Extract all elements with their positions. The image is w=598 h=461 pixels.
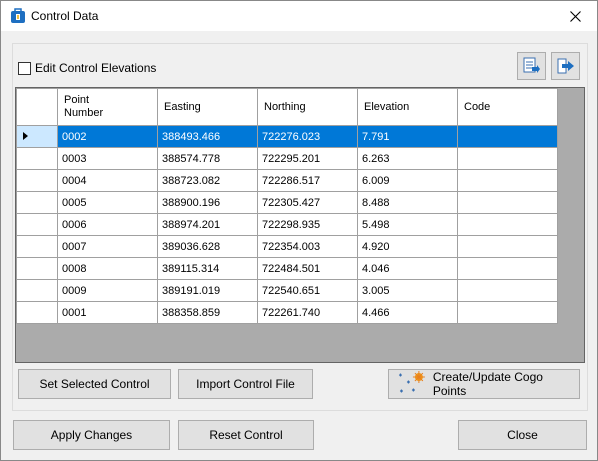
northing-cell[interactable]: 722286.517 bbox=[257, 169, 358, 192]
elevation-cell[interactable]: 6.263 bbox=[357, 147, 458, 170]
table-row[interactable]: 0006 388974.201 722298.935 5.498 bbox=[16, 213, 558, 236]
row-header-cell[interactable] bbox=[16, 191, 58, 214]
northing-cell[interactable]: 722276.023 bbox=[257, 125, 358, 148]
point-number-cell[interactable]: 0005 bbox=[57, 191, 158, 214]
row-header-cell[interactable] bbox=[16, 169, 58, 192]
easting-cell[interactable]: 388900.196 bbox=[157, 191, 258, 214]
import-control-file-button[interactable]: Import Control File bbox=[178, 369, 313, 399]
easting-cell[interactable]: 388723.082 bbox=[157, 169, 258, 192]
easting-cell[interactable]: 389191.019 bbox=[157, 279, 258, 302]
dialog-window: Control Data Edit Control Elevations Poi… bbox=[0, 0, 598, 461]
edit-elevations-checkbox[interactable] bbox=[18, 61, 31, 75]
apply-changes-button[interactable]: Apply Changes bbox=[13, 420, 170, 450]
table-row[interactable]: 0003 388574.778 722295.201 6.263 bbox=[16, 147, 558, 170]
table-row[interactable]: 0004 388723.082 722286.517 6.009 bbox=[16, 169, 558, 192]
row-header-cell[interactable] bbox=[16, 235, 58, 258]
code-cell[interactable] bbox=[457, 279, 558, 302]
current-row-marker-icon bbox=[23, 132, 28, 140]
column-header-easting[interactable]: Easting bbox=[157, 88, 258, 126]
close-button[interactable]: Close bbox=[458, 420, 587, 450]
code-cell[interactable] bbox=[457, 147, 558, 170]
code-cell[interactable] bbox=[457, 125, 558, 148]
create-update-label: Create/Update Cogo Points bbox=[432, 370, 543, 398]
code-cell[interactable] bbox=[457, 301, 558, 324]
table-row[interactable]: 0001 388358.859 722261.740 4.466 bbox=[16, 301, 558, 324]
easting-cell[interactable]: 388974.201 bbox=[157, 213, 258, 236]
northing-cell[interactable]: 722298.935 bbox=[257, 213, 358, 236]
northing-cell[interactable]: 722540.651 bbox=[257, 279, 358, 302]
set-selected-control-button[interactable]: Set Selected Control bbox=[18, 369, 171, 399]
elevation-cell[interactable]: 8.488 bbox=[357, 191, 458, 214]
elevation-cell[interactable]: 4.046 bbox=[357, 257, 458, 280]
table-row[interactable]: 0005 388900.196 722305.427 8.488 bbox=[16, 191, 558, 214]
code-cell[interactable] bbox=[457, 169, 558, 192]
northing-cell[interactable]: 722484.501 bbox=[257, 257, 358, 280]
close-icon bbox=[569, 10, 581, 22]
point-number-cell[interactable]: 0004 bbox=[57, 169, 158, 192]
code-cell[interactable] bbox=[457, 213, 558, 236]
column-header-point-number[interactable]: Point Number bbox=[57, 88, 158, 126]
control-points-table: Point Number Easting Northing Elevation … bbox=[16, 88, 558, 324]
reset-control-button[interactable]: Reset Control bbox=[178, 420, 314, 450]
row-header-corner bbox=[16, 88, 58, 126]
table-row[interactable]: 0008 389115.314 722484.501 4.046 bbox=[16, 257, 558, 280]
point-number-cell[interactable]: 0002 bbox=[57, 125, 158, 148]
row-header-cell[interactable] bbox=[16, 147, 58, 170]
point-number-cell[interactable]: 0007 bbox=[57, 235, 158, 258]
edit-elevations-option[interactable]: Edit Control Elevations bbox=[18, 61, 156, 75]
exit-button[interactable] bbox=[551, 52, 580, 80]
elevation-cell[interactable]: 7.791 bbox=[357, 125, 458, 148]
easting-cell[interactable]: 388574.778 bbox=[157, 147, 258, 170]
table-header-row: Point Number Easting Northing Elevation … bbox=[16, 88, 558, 126]
elevation-cell[interactable]: 3.005 bbox=[357, 279, 458, 302]
title-bar: Control Data bbox=[1, 1, 597, 31]
northing-cell[interactable]: 722354.003 bbox=[257, 235, 358, 258]
row-header-cell[interactable] bbox=[16, 279, 58, 302]
cogo-points-icon bbox=[398, 371, 425, 393]
northing-cell[interactable]: 722295.201 bbox=[257, 147, 358, 170]
window-title: Control Data bbox=[31, 9, 99, 23]
row-header-cell[interactable] bbox=[16, 125, 58, 148]
control-points-grid[interactable]: Point Number Easting Northing Elevation … bbox=[15, 87, 585, 363]
point-number-cell[interactable]: 0009 bbox=[57, 279, 158, 302]
point-number-cell[interactable]: 0001 bbox=[57, 301, 158, 324]
point-number-cell[interactable]: 0008 bbox=[57, 257, 158, 280]
close-window-button[interactable] bbox=[553, 1, 597, 31]
northing-cell[interactable]: 722305.427 bbox=[257, 191, 358, 214]
elevation-cell[interactable]: 5.498 bbox=[357, 213, 458, 236]
point-number-cell[interactable]: 0006 bbox=[57, 213, 158, 236]
table-row[interactable]: 0007 389036.628 722354.003 4.920 bbox=[16, 235, 558, 258]
exit-arrow-icon bbox=[557, 58, 574, 74]
easting-cell[interactable]: 388493.466 bbox=[157, 125, 258, 148]
elevation-cell[interactable]: 6.009 bbox=[357, 169, 458, 192]
code-cell[interactable] bbox=[457, 191, 558, 214]
app-icon bbox=[10, 8, 26, 24]
row-header-cell[interactable] bbox=[16, 257, 58, 280]
point-number-cell[interactable]: 0003 bbox=[57, 147, 158, 170]
elevation-cell[interactable]: 4.466 bbox=[357, 301, 458, 324]
easting-cell[interactable]: 389115.314 bbox=[157, 257, 258, 280]
create-update-cogo-points-button[interactable]: Create/Update Cogo Points bbox=[388, 369, 580, 399]
easting-cell[interactable]: 388358.859 bbox=[157, 301, 258, 324]
column-header-elevation[interactable]: Elevation bbox=[357, 88, 458, 126]
easting-cell[interactable]: 389036.628 bbox=[157, 235, 258, 258]
column-header-northing[interactable]: Northing bbox=[257, 88, 358, 126]
row-header-cell[interactable] bbox=[16, 213, 58, 236]
table-row[interactable]: 0002 388493.466 722276.023 7.791 bbox=[16, 125, 558, 148]
export-button[interactable] bbox=[517, 52, 546, 80]
code-cell[interactable] bbox=[457, 235, 558, 258]
code-cell[interactable] bbox=[457, 257, 558, 280]
table-row[interactable]: 0009 389191.019 722540.651 3.005 bbox=[16, 279, 558, 302]
edit-elevations-label: Edit Control Elevations bbox=[35, 61, 157, 75]
northing-cell[interactable]: 722261.740 bbox=[257, 301, 358, 324]
export-table-icon bbox=[523, 57, 540, 73]
elevation-cell[interactable]: 4.920 bbox=[357, 235, 458, 258]
row-header-cell[interactable] bbox=[16, 301, 58, 324]
column-header-code[interactable]: Code bbox=[457, 88, 558, 126]
